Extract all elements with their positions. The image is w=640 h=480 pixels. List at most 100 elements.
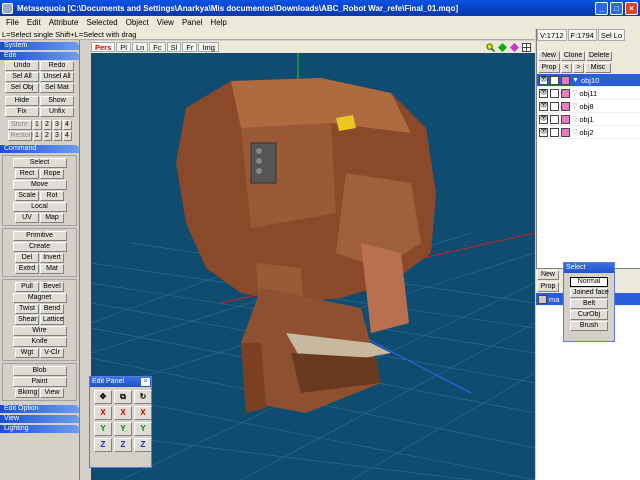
store-2-button[interactable]: 2 — [42, 120, 52, 130]
sel-obj-button[interactable]: Sel Obj — [5, 83, 39, 93]
section-command[interactable]: Command — [0, 145, 79, 153]
pull-button[interactable]: Pull — [15, 282, 39, 292]
scale-z-button[interactable]: Z — [114, 438, 132, 452]
view-fr-tab[interactable]: Fr — [182, 42, 198, 52]
twist-button[interactable]: Twist — [15, 304, 39, 314]
fix-button[interactable]: Fix — [5, 107, 39, 117]
zoom-icon[interactable] — [486, 42, 495, 52]
lock-icon[interactable] — [550, 127, 559, 137]
move-tool-button[interactable]: Move — [12, 180, 67, 190]
move-handle-icon[interactable]: ✥ — [94, 390, 112, 404]
view-button[interactable]: View — [40, 388, 64, 398]
wgt-button[interactable]: Wgt — [15, 348, 39, 358]
section-edit-option[interactable]: Edit Option — [0, 405, 79, 413]
eye-icon[interactable]: 👁 — [539, 114, 548, 124]
v-clr-button[interactable]: V-Clr — [40, 348, 64, 358]
del-button[interactable]: Del — [15, 253, 39, 263]
eye-icon[interactable]: 👁 — [539, 101, 548, 111]
obj-prop-button[interactable]: Prop — [538, 63, 560, 73]
object-row[interactable]: 👁 ▽ obj2 — [537, 126, 640, 139]
scale-x-button[interactable]: X — [114, 406, 132, 420]
shear-button[interactable]: Shear — [15, 315, 39, 325]
view-ln-tab[interactable]: Ln — [131, 42, 149, 52]
edit-panel-titlebar[interactable]: Edit Panel × — [90, 377, 151, 387]
section-lighting[interactable]: Lighting — [0, 425, 79, 433]
store-3-button[interactable]: 3 — [52, 120, 62, 130]
unfix-button[interactable]: Unfix — [40, 107, 74, 117]
magnet-button[interactable]: Magnet — [12, 293, 67, 303]
map-button[interactable]: Map — [40, 213, 64, 223]
move-x-button[interactable]: X — [94, 406, 112, 420]
section-edit[interactable]: Edit — [0, 52, 79, 60]
menu-attribute[interactable]: Attribute — [45, 18, 83, 27]
obj-prev-button[interactable]: < — [561, 63, 572, 73]
bevel-button[interactable]: Bevel — [40, 282, 64, 292]
section-system[interactable]: System — [0, 42, 79, 50]
blob-button[interactable]: Blob — [12, 366, 67, 376]
select-panel-titlebar[interactable]: Select — [564, 263, 614, 273]
rotate-handle-icon[interactable]: ↻ — [134, 390, 152, 404]
view-fc-tab[interactable]: Fc — [149, 42, 166, 52]
maximize-button[interactable]: □ — [610, 1, 623, 15]
menu-object[interactable]: Object — [122, 18, 153, 27]
scale-y-button[interactable]: Y — [114, 422, 132, 436]
eye-icon[interactable]: 👁 — [539, 75, 548, 85]
menu-panel[interactable]: Panel — [178, 18, 206, 27]
lock-icon[interactable] — [550, 101, 559, 111]
primitive-button[interactable]: Primitive — [12, 231, 67, 241]
sel-mat-button[interactable]: Sel Mat — [40, 83, 74, 93]
eye-icon[interactable]: 👁 — [539, 88, 548, 98]
rotate-x-button[interactable]: X — [134, 406, 152, 420]
select-brush-button[interactable]: Brush — [570, 321, 608, 331]
lattice-button[interactable]: Lattice — [40, 315, 64, 325]
lock-icon[interactable] — [550, 75, 559, 85]
restore-1-button[interactable]: 1 — [32, 131, 42, 141]
restore-button[interactable]: Restore — [7, 131, 35, 141]
select-normal-button[interactable]: Normal — [570, 277, 608, 287]
hide-button[interactable]: Hide — [5, 96, 39, 106]
scale-tool-button[interactable]: Scale — [15, 191, 39, 201]
sel-all-button[interactable]: Sel All — [5, 72, 39, 82]
expand-icon[interactable]: ▽ — [572, 128, 577, 136]
expand-icon[interactable]: ▽ — [572, 89, 577, 97]
3d-viewport[interactable] — [91, 53, 535, 480]
menu-selected[interactable]: Selected — [82, 18, 121, 27]
unsel-all-button[interactable]: Unsel All — [40, 72, 74, 82]
obj-misc-button[interactable]: Misc — [585, 63, 611, 73]
redo-button[interactable]: Redo — [40, 61, 74, 71]
rotate-view-icon[interactable] — [510, 42, 519, 52]
rotate-z-button[interactable]: Z — [134, 438, 152, 452]
select-belt-button[interactable]: Belt — [570, 299, 608, 309]
paint-button[interactable]: Paint — [12, 377, 67, 387]
rotate-y-button[interactable]: Y — [134, 422, 152, 436]
wire-button[interactable]: Wire — [12, 326, 67, 336]
restore-4-button[interactable]: 4 — [62, 131, 72, 141]
expand-icon[interactable]: ▽ — [572, 102, 577, 110]
viewport-canvas[interactable] — [91, 53, 535, 480]
obj-clone-button[interactable]: Clone — [561, 51, 585, 61]
restore-2-button[interactable]: 2 — [42, 131, 52, 141]
expand-icon[interactable]: ▽ — [572, 115, 577, 123]
pan-icon[interactable] — [498, 42, 507, 52]
store-button[interactable]: Store — [7, 120, 32, 130]
store-4-button[interactable]: 4 — [62, 120, 72, 130]
move-y-button[interactable]: Y — [94, 422, 112, 436]
uv-button[interactable]: UV — [15, 213, 39, 223]
minimize-button[interactable]: _ — [595, 1, 608, 15]
select-curobj-button[interactable]: CurObj — [570, 310, 608, 320]
bend-button[interactable]: Bend — [40, 304, 64, 314]
edit-panel-close-icon[interactable]: × — [141, 378, 150, 386]
knife-button[interactable]: Knife — [12, 337, 67, 347]
menu-help[interactable]: Help — [206, 18, 230, 27]
scale-handle-icon[interactable]: ⧉ — [114, 390, 132, 404]
view-sl-tab[interactable]: Sl — [166, 42, 182, 52]
menu-file[interactable]: File — [2, 18, 23, 27]
local-button[interactable]: Local — [12, 202, 67, 212]
obj-new-button[interactable]: New — [538, 51, 560, 61]
undo-button[interactable]: Undo — [5, 61, 39, 71]
expand-icon[interactable]: ▼ — [572, 77, 579, 84]
bkimg-button[interactable]: Bkimg — [15, 388, 39, 398]
store-1-button[interactable]: 1 — [32, 120, 42, 130]
rope-button[interactable]: Rope — [40, 169, 64, 179]
section-view[interactable]: View — [0, 415, 79, 423]
